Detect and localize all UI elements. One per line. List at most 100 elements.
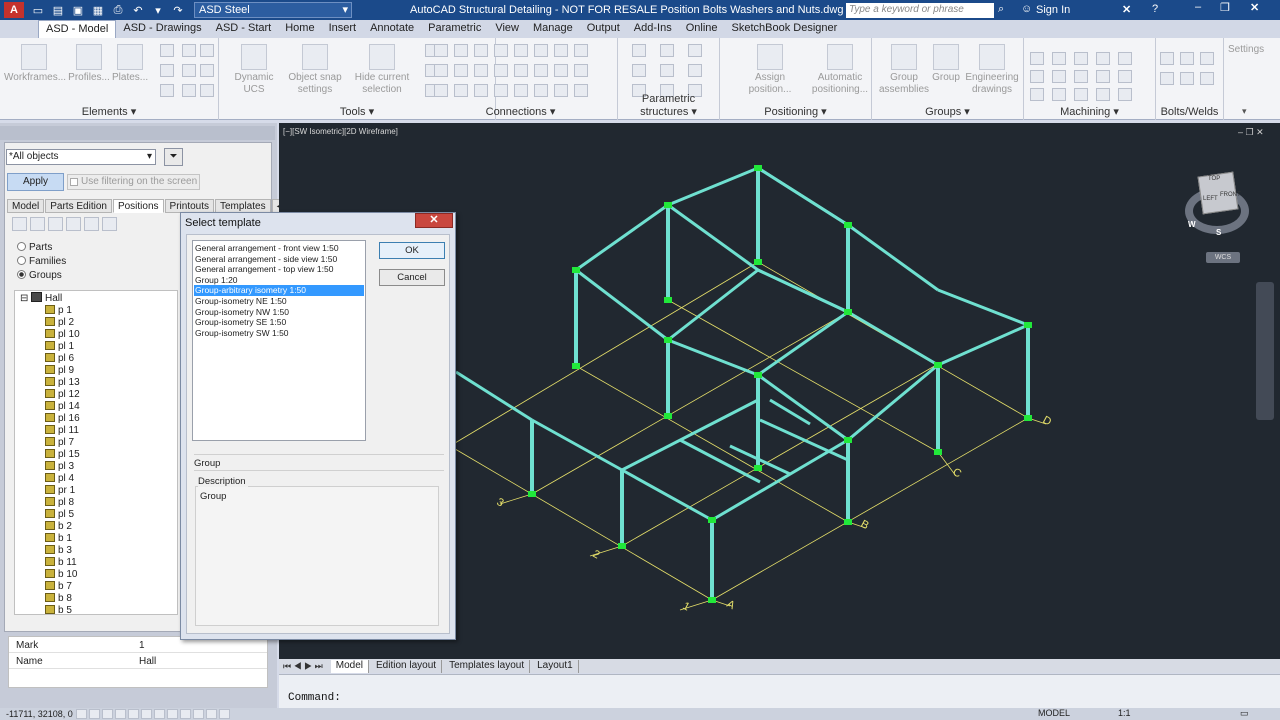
tab-output[interactable]: Output — [580, 20, 627, 38]
fullscreen-icon[interactable]: ▭ — [1240, 708, 1249, 719]
tool-icon[interactable] — [160, 84, 174, 97]
object-snap-button[interactable]: Object snap settings — [285, 44, 345, 96]
connection-icon[interactable] — [474, 44, 488, 57]
connection-icon[interactable] — [474, 84, 488, 97]
tab-asd-start[interactable]: ASD - Start — [209, 20, 279, 38]
assign-position-button[interactable]: Assign position... — [734, 44, 806, 96]
template-item[interactable]: Group 1:20 — [194, 275, 364, 286]
tree-item[interactable]: pl 8 — [45, 497, 74, 509]
weld-icon[interactable] — [1160, 72, 1174, 85]
tree-item[interactable]: pl 15 — [45, 449, 80, 461]
tree-item[interactable]: b 11 — [45, 557, 77, 569]
close-window-icon[interactable]: ✕ — [1250, 1, 1259, 14]
parametric-icon[interactable] — [688, 44, 702, 57]
print-icon[interactable]: ⎙ — [110, 2, 126, 18]
osnap-toggle-icon[interactable] — [128, 709, 139, 719]
bolt-icon[interactable] — [1180, 52, 1194, 65]
ok-button[interactable]: OK — [379, 242, 445, 259]
tree-item[interactable]: pl 2 — [45, 317, 74, 329]
tool-icon[interactable] — [182, 44, 196, 57]
tree-item[interactable]: b 2 — [45, 521, 72, 533]
binoculars-icon[interactable]: ⌕ — [998, 3, 1004, 16]
engineering-drawings-button[interactable]: Engineering drawings — [962, 44, 1022, 96]
tab-printouts[interactable]: Printouts — [164, 199, 214, 213]
tree-root[interactable]: Hall — [31, 292, 62, 305]
group-button[interactable]: Group — [930, 44, 962, 84]
wcs-menu[interactable]: WCS — [1206, 252, 1240, 263]
machining-icon[interactable] — [1074, 52, 1088, 65]
select-icon[interactable] — [30, 217, 45, 231]
tree-item[interactable]: b 5 — [45, 605, 72, 617]
dynamic-ucs-button[interactable]: Dynamic UCS — [223, 44, 285, 96]
connection-icon[interactable] — [534, 64, 548, 77]
tab-asd-model[interactable]: ASD - Model — [38, 20, 117, 38]
connection-icon[interactable] — [494, 84, 508, 97]
machining-icon[interactable] — [1052, 52, 1066, 65]
panel-title-connections[interactable]: Connections ▾ — [424, 105, 617, 118]
polar-toggle-icon[interactable] — [115, 709, 126, 719]
machining-icon[interactable] — [1096, 88, 1110, 101]
connection-icon[interactable] — [494, 44, 508, 57]
sc-toggle-icon[interactable] — [219, 709, 230, 719]
connection-icon[interactable] — [494, 64, 508, 77]
auto-positioning-button[interactable]: Automatic positioning... — [810, 44, 870, 96]
machining-icon[interactable] — [1118, 88, 1132, 101]
tab-templates[interactable]: Templates — [215, 199, 271, 213]
tab-asd-drawings[interactable]: ASD - Drawings — [116, 20, 208, 38]
machining-icon[interactable] — [1052, 88, 1066, 101]
columns-icon[interactable] — [102, 217, 117, 231]
tree-item[interactable]: pl 16 — [45, 413, 80, 425]
save-icon[interactable] — [48, 217, 63, 231]
tree-item[interactable]: pl 1 — [45, 341, 74, 353]
user-icon[interactable]: ☺ — [1021, 3, 1032, 15]
tab-parametric[interactable]: Parametric — [421, 20, 488, 38]
tab-positions[interactable]: Positions — [112, 199, 164, 213]
tab-model-layout[interactable]: Model — [330, 659, 370, 673]
connection-icon[interactable] — [554, 44, 568, 57]
tree-item[interactable]: pl 9 — [45, 365, 74, 377]
minimize-icon[interactable]: ‒ — [1195, 1, 1201, 13]
dyn-toggle-icon[interactable] — [167, 709, 178, 719]
app-logo-icon[interactable]: A — [4, 2, 24, 18]
radio-families[interactable]: Families — [17, 256, 66, 267]
template-item[interactable]: General arrangement - side view 1:50 — [194, 254, 364, 265]
machining-icon[interactable] — [1030, 52, 1044, 65]
edit-icon[interactable] — [12, 217, 27, 231]
property-value[interactable]: 1 — [139, 640, 145, 651]
tool-icon[interactable] — [182, 84, 196, 97]
tree-item[interactable]: pl 5 — [45, 509, 74, 521]
layout-nav-arrows[interactable]: ⏮ ◀ ▶ ⏭ — [283, 661, 329, 672]
restore-icon[interactable]: ❐ — [1220, 1, 1230, 14]
tool-icon[interactable] — [200, 64, 214, 77]
panel-title-machining[interactable]: Machining ▾ — [1024, 105, 1155, 118]
plates-button[interactable]: Plates... — [112, 44, 148, 84]
hide-selection-button[interactable]: Hide current selection — [351, 44, 413, 96]
connection-icon[interactable] — [534, 84, 548, 97]
workspace-select[interactable]: ASD Steel ▾ — [194, 2, 352, 18]
tab-edition-layout[interactable]: Edition layout — [371, 659, 443, 673]
viewport-window-controls[interactable]: ‒ ❐ ✕ — [1238, 127, 1264, 138]
ortho-toggle-icon[interactable] — [102, 709, 113, 719]
settings-button[interactable]: Settings — [1228, 44, 1264, 55]
tree-item[interactable]: b 7 — [45, 581, 72, 593]
tree-item[interactable]: pl 4 — [45, 473, 74, 485]
tab-model[interactable]: Model — [7, 199, 45, 213]
apply-button[interactable]: Apply — [7, 173, 64, 191]
connection-icon[interactable] — [554, 84, 568, 97]
ribbon-expand-icon[interactable]: ▾ — [1242, 106, 1247, 117]
tab-online[interactable]: Online — [679, 20, 725, 38]
snap-toggle-icon[interactable] — [76, 709, 87, 719]
tab-layout1[interactable]: Layout1 — [532, 659, 579, 673]
template-item[interactable]: Group-isometry NW 1:50 — [194, 307, 364, 318]
template-list[interactable]: General arrangement - front view 1:50 Gen… — [192, 240, 366, 441]
tab-parts-edition[interactable]: Parts Edition — [45, 199, 112, 213]
connection-icon[interactable] — [514, 64, 528, 77]
property-value[interactable]: Hall — [139, 656, 156, 667]
template-item[interactable]: Group-isometry NE 1:50 — [194, 296, 364, 307]
tree-item[interactable]: pl 13 — [45, 377, 80, 389]
tree-item[interactable]: p 1 — [45, 305, 72, 317]
template-item[interactable]: Group-isometry SW 1:50 — [194, 328, 364, 339]
template-item[interactable]: Group-arbitrary isometry 1:50 — [194, 285, 364, 297]
machining-icon[interactable] — [1096, 70, 1110, 83]
connection-icon[interactable] — [454, 44, 468, 57]
